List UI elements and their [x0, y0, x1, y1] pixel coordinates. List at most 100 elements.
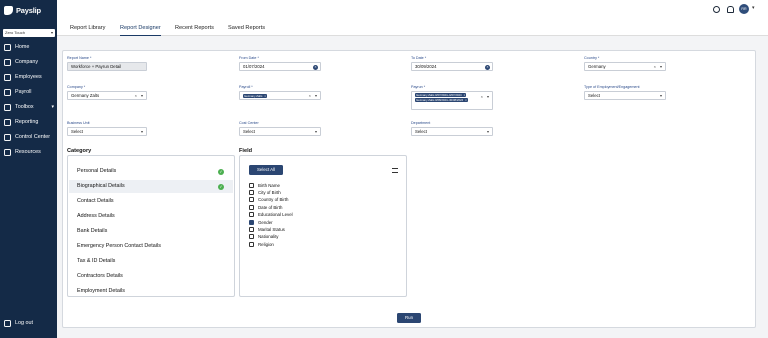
- sidebar-item-home[interactable]: Home: [0, 41, 57, 53]
- employment-type-label: Type of Employment/Engagement: [584, 85, 640, 89]
- payrun-label: Payrun *: [411, 85, 426, 89]
- category-item[interactable]: Bank Details: [69, 225, 233, 238]
- field-item-label: Date of Birth: [258, 204, 283, 210]
- category-item[interactable]: Tax & ID Details: [69, 255, 233, 268]
- checkbox[interactable]: [249, 182, 254, 188]
- business-unit-value: Select: [71, 129, 83, 134]
- tab-recent-reports[interactable]: Recent Reports: [175, 25, 214, 31]
- sidebar: Payslip Zero Touch ▾ Home Company Employee…: [0, 0, 57, 338]
- checkbox[interactable]: [249, 241, 254, 247]
- clear-icon[interactable]: ×: [313, 64, 318, 70]
- field-item[interactable]: Marital Status: [249, 226, 285, 232]
- company-switcher[interactable]: Zero Touch ▾: [3, 29, 55, 37]
- clear-icon[interactable]: ×: [135, 92, 137, 99]
- company-select[interactable]: Germany Zalts × ▾: [67, 91, 147, 100]
- checkbox[interactable]: [249, 226, 254, 232]
- help-icon[interactable]: [713, 6, 720, 13]
- sidebar-item-payroll[interactable]: Payroll: [0, 86, 57, 98]
- field-item[interactable]: Birth Name: [249, 182, 280, 188]
- payroll-icon: [4, 88, 11, 96]
- chevron-down-icon: ▾: [486, 94, 489, 99]
- clear-icon[interactable]: ×: [309, 92, 311, 99]
- sidebar-item-resources[interactable]: Resources: [0, 146, 57, 158]
- run-button[interactable]: Run: [397, 313, 421, 323]
- category-item[interactable]: Biographical Details ✓: [69, 180, 233, 193]
- field-item[interactable]: Religion: [249, 241, 274, 247]
- logout-button[interactable]: Log out: [0, 317, 57, 329]
- field-item[interactable]: City of Birth: [249, 189, 281, 195]
- checkbox[interactable]: [249, 197, 254, 203]
- tab-report-designer[interactable]: Report Designer: [120, 25, 161, 36]
- field-item[interactable]: Gender: [249, 219, 273, 225]
- logo-mark-icon: [4, 5, 13, 15]
- payrun-select[interactable]: Germany Zalts 0/07/2024–0/07/2024 × Germa…: [411, 91, 493, 110]
- field-item-label: Marital Status: [258, 226, 285, 232]
- payslip-logo[interactable]: Payslip: [4, 4, 49, 16]
- country-select[interactable]: Germany × ▾: [584, 62, 666, 71]
- category-item[interactable]: Employment Details: [69, 285, 233, 298]
- business-unit-select[interactable]: Select ▾: [67, 127, 147, 136]
- country-label: Country *: [584, 56, 600, 60]
- chevron-down-icon[interactable]: ▾: [752, 5, 755, 11]
- payroll-chip-label: Germany Zalts: [244, 94, 263, 98]
- chevron-down-icon: ▾: [140, 93, 143, 98]
- to-date-field[interactable]: 30/09/2024 ×: [411, 62, 493, 71]
- field-item[interactable]: Educational Level: [249, 212, 293, 218]
- avatar[interactable]: RR: [739, 4, 749, 14]
- field-item-label: Country of Birth: [258, 197, 289, 203]
- sidebar-item-label: Resources: [15, 149, 41, 155]
- department-select[interactable]: Select ▾: [411, 127, 493, 136]
- tab-report-library[interactable]: Report Library: [70, 25, 105, 31]
- category-item-label: Tax & ID Details: [77, 258, 116, 264]
- remove-chip-icon[interactable]: ×: [464, 93, 466, 97]
- gear-icon: [4, 133, 11, 141]
- sidebar-item-company[interactable]: Company: [0, 56, 57, 68]
- department-label: Department: [411, 121, 431, 125]
- category-list: Personal Details ✓ Biographical Details ✓ Co…: [67, 155, 235, 297]
- checkbox[interactable]: [249, 212, 254, 218]
- category-item-label: Personal Details: [77, 168, 117, 174]
- field-item[interactable]: Nationality: [249, 234, 279, 240]
- clear-icon[interactable]: ×: [654, 63, 656, 70]
- checkbox[interactable]: [249, 219, 254, 225]
- select-all-button[interactable]: Select All: [249, 165, 283, 175]
- category-item-label: Contact Details: [77, 198, 114, 204]
- chevron-down-icon: ▾: [659, 64, 662, 69]
- chevron-down-icon: ▾: [140, 129, 143, 134]
- check-circle-icon: ✓: [218, 168, 224, 175]
- from-date-field[interactable]: 01/07/2024 ×: [239, 62, 321, 71]
- tab-saved-reports[interactable]: Saved Reports: [228, 25, 265, 31]
- category-item[interactable]: Personal Details ✓: [69, 165, 233, 178]
- category-item-label: Bank Details: [77, 228, 108, 234]
- sidebar-item-control-center[interactable]: Control Center: [0, 131, 57, 143]
- clear-icon[interactable]: ×: [481, 93, 483, 100]
- clear-icon[interactable]: ×: [485, 64, 490, 70]
- field-item[interactable]: Country of Birth: [249, 197, 289, 203]
- employment-type-select[interactable]: Select ▾: [584, 91, 666, 100]
- collapse-icon[interactable]: [392, 168, 398, 173]
- field-item-label: Nationality: [258, 234, 279, 240]
- from-date-value: 01/07/2024: [243, 64, 265, 69]
- sidebar-item-reporting[interactable]: Reporting: [0, 116, 57, 128]
- bell-icon[interactable]: [727, 6, 734, 13]
- category-item[interactable]: Emergency Person Contact Details: [69, 240, 233, 253]
- cost-center-select[interactable]: Select ▾: [239, 127, 321, 136]
- field-item-label: Religion: [258, 241, 274, 247]
- category-item[interactable]: Contractors Details: [69, 270, 233, 283]
- checkbox[interactable]: [249, 234, 254, 240]
- checkbox[interactable]: [249, 204, 254, 210]
- sidebar-item-toolbox[interactable]: Toolbox ▾: [0, 101, 57, 113]
- report-name-label: Report Name *: [67, 56, 92, 60]
- category-item-label: Employment Details: [77, 288, 125, 294]
- sidebar-item-employees[interactable]: Employees: [0, 71, 57, 83]
- category-item[interactable]: Address Details: [69, 210, 233, 223]
- remove-chip-icon[interactable]: ×: [264, 94, 266, 98]
- remove-chip-icon[interactable]: ×: [465, 98, 467, 102]
- category-item[interactable]: Contact Details: [69, 195, 233, 208]
- field-item-label: Gender: [258, 219, 273, 225]
- chevron-down-icon: ▾: [659, 93, 662, 98]
- payroll-select[interactable]: Germany Zalts × × ▾: [239, 91, 321, 100]
- sidebar-item-label: Reporting: [15, 119, 39, 125]
- field-item[interactable]: Date of Birth: [249, 204, 282, 210]
- checkbox[interactable]: [249, 189, 254, 195]
